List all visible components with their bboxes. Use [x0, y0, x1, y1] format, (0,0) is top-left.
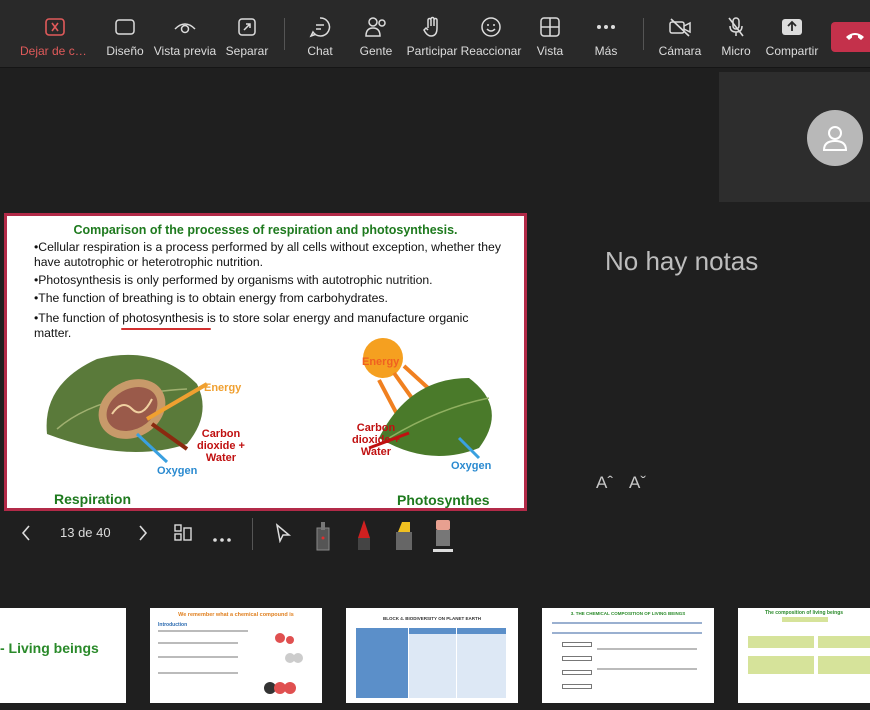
slide-thumbnail[interactable]: We remember what a chemical compound is … — [150, 608, 322, 703]
thumbnail-title: 3. THE CHEMICAL COMPOSITION OF LIVING BE… — [570, 611, 686, 616]
person-icon — [822, 126, 848, 151]
thumbnail-subtitle: Introduction — [158, 622, 188, 628]
controls-divider — [252, 518, 253, 550]
photosynthesis-label: Photosynthes — [397, 492, 490, 508]
close-box-icon — [20, 12, 90, 42]
share-label: Compartir — [765, 44, 819, 58]
highlighter-tool-button[interactable] — [392, 518, 416, 557]
more-icon — [213, 538, 231, 542]
slide-counter: 13 de 40 — [60, 525, 111, 540]
respiration-label: Respiration — [54, 491, 132, 507]
thumbnail-box — [782, 617, 828, 622]
energy-label-right: Energy — [362, 356, 400, 368]
oxygen-label-left: Oxygen — [157, 465, 198, 477]
thumbnail-box — [818, 656, 870, 674]
slide-thumbnail[interactable]: - Living beings — [0, 608, 126, 703]
slide-bullet: •Cellular respiration is a process perfo… — [34, 240, 501, 269]
thumbnail-box — [562, 656, 592, 661]
slide-bullet: •The function of breathing is to obtain … — [34, 291, 388, 305]
popout-icon — [212, 12, 282, 42]
thumbnail-text-line — [158, 642, 238, 644]
phone-hangup-icon — [845, 28, 865, 46]
slide-title: Comparison of the processes of respirati… — [73, 223, 458, 237]
toolbar-divider — [643, 18, 644, 50]
thumbnail-title: We remember what a chemical compound is — [178, 612, 294, 618]
preview-label: Vista previa — [153, 44, 217, 58]
meeting-toolbar: Dejar de co... Diseño Vista previa Separ… — [0, 0, 870, 68]
pen-tool-button[interactable] — [354, 518, 374, 557]
chevron-left-icon — [21, 525, 30, 541]
energy-label-left: Energy — [204, 382, 242, 394]
slide-thumbnail[interactable]: BLOCK 4. BIODIVERSITY ON PLANET EARTH — [346, 608, 518, 703]
thumbnail-box — [818, 636, 870, 648]
eye-icon — [150, 12, 220, 42]
thumbnail-title: - Living beings — [0, 640, 99, 656]
share-button[interactable]: Compartir — [757, 12, 827, 58]
thumbnail-box — [562, 642, 592, 647]
thumbnail-title: The composition of living beings — [764, 610, 844, 616]
thumbnail-text-line — [158, 672, 238, 674]
slide-thumbnail[interactable]: 3. THE CHEMICAL COMPOSITION OF LIVING BE… — [542, 608, 714, 703]
stop-sharing-button[interactable]: Dejar de co... — [20, 12, 90, 58]
next-slide-button[interactable] — [137, 524, 149, 547]
carbon-water-label-left: Carbon dioxide + Water — [197, 428, 245, 464]
chevron-right-icon — [139, 525, 148, 541]
thumbnail-text-line — [597, 668, 697, 670]
thumbnail-box — [562, 670, 592, 675]
slide-bullet: •The function of photosynthesis is to st… — [34, 311, 469, 340]
presenter-more-button[interactable] — [212, 530, 232, 548]
more-button[interactable]: Más — [571, 12, 641, 58]
avatar — [807, 110, 863, 166]
thumbnail-box — [748, 636, 814, 648]
participant-video-tile[interactable] — [719, 72, 870, 202]
thumbnail-text-line — [552, 632, 702, 634]
laser-pointer-icon — [316, 522, 330, 551]
more-label: Más — [594, 44, 618, 58]
thumbnail-text-line — [597, 648, 697, 650]
thumbnail-box — [562, 684, 592, 689]
slides-overview-icon — [174, 524, 192, 541]
eraser-tool-button[interactable] — [433, 516, 453, 559]
pointer-tool-button[interactable] — [274, 523, 292, 548]
thumbnail-text-line — [552, 622, 702, 624]
thumbnail-box — [748, 656, 814, 674]
thumbnail-table-cell — [457, 634, 506, 698]
thumbnail-table-cell — [409, 634, 456, 698]
highlighter-icon — [396, 522, 412, 550]
carbon-water-label-right: Carbon dioxide + Water — [352, 422, 400, 458]
popout-button[interactable]: Separar — [212, 12, 282, 58]
thumbnail-molecule-art — [264, 633, 303, 694]
cursor-icon — [275, 523, 292, 544]
eraser-icon — [433, 520, 453, 552]
more-icon — [571, 12, 641, 42]
stop-sharing-label: Dejar de co... — [20, 44, 90, 58]
thumbnail-text-line — [158, 656, 238, 658]
share-icon — [757, 12, 827, 42]
laser-pointer-button[interactable] — [314, 518, 332, 557]
slide-grid-button[interactable] — [173, 523, 193, 548]
hangup-button[interactable] — [831, 22, 870, 52]
presenter-notes: No hay notas — [605, 246, 759, 276]
thumbnail-table — [356, 628, 506, 698]
current-slide: Comparison of the processes of respirati… — [4, 213, 527, 511]
slide-bullet: •Photosynthesis is only performed by org… — [34, 273, 433, 287]
thumbnail-title: BLOCK 4. BIODIVERSITY ON PLANET EARTH — [383, 616, 481, 621]
oxygen-label-right: Oxygen — [451, 460, 492, 472]
preview-button[interactable]: Vista previa — [150, 12, 220, 58]
thumbnail-text-line — [158, 630, 248, 632]
ink-underline — [121, 328, 211, 330]
prev-slide-button[interactable] — [20, 524, 32, 547]
decrease-font-button[interactable]: Aˇ — [629, 473, 646, 493]
increase-font-button[interactable]: Aˆ — [596, 473, 613, 493]
pen-icon — [358, 520, 370, 550]
slide-thumbnail[interactable]: The composition of living beings — [738, 608, 870, 703]
popout-label: Separar — [225, 44, 269, 58]
